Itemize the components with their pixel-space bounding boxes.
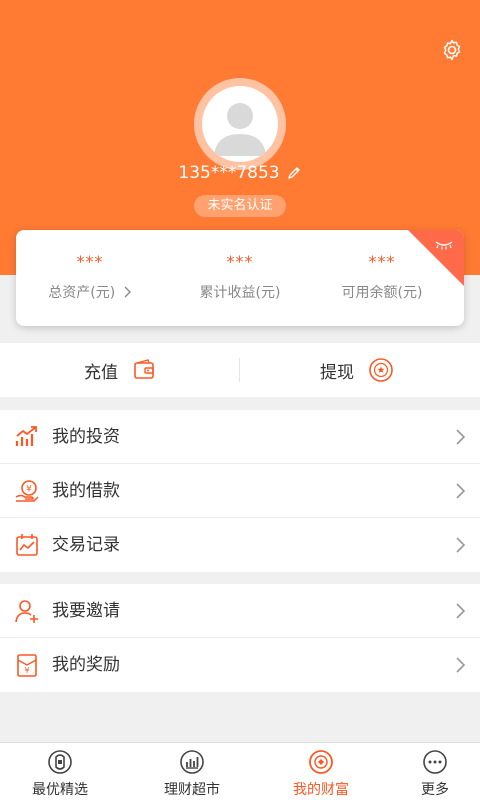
- avatar[interactable]: [194, 78, 286, 170]
- tab-label: 更多: [421, 782, 449, 798]
- tab-my-wealth[interactable]: 我的财富: [261, 743, 381, 800]
- bottom-tab-bar: 最优精选 理财超市 我的财富 更多: [0, 742, 480, 800]
- user-placeholder-icon: [214, 103, 266, 156]
- chevron-right-icon: [456, 603, 466, 619]
- chevron-right-icon: [124, 286, 131, 298]
- menu-item-my-loan[interactable]: ¥ 我的借款: [0, 464, 480, 518]
- tab-label: 最优精选: [32, 782, 88, 798]
- avatar-image: [202, 86, 278, 162]
- tab-label: 我的财富: [293, 782, 349, 798]
- total-assets[interactable]: *** 总资产(元): [16, 230, 164, 326]
- menu-label: 我的奖励: [52, 655, 120, 675]
- add-user-icon: [15, 600, 38, 623]
- chart-up-icon: [15, 426, 37, 446]
- recharge-label: 充值: [84, 362, 118, 383]
- coin-icon: [369, 358, 393, 382]
- total-earnings-label: 累计收益(元): [199, 285, 281, 301]
- chevron-right-icon: [456, 429, 466, 445]
- withdraw-label: 提现: [320, 362, 354, 383]
- svg-text:¥: ¥: [26, 485, 32, 495]
- wallet-icon: [134, 359, 154, 379]
- total-assets-label: 总资产(元): [16, 282, 164, 302]
- asset-summary-card: *** 总资产(元) *** 累计收益(元) *** 可用余额(元): [16, 230, 464, 326]
- divider: [239, 358, 240, 382]
- hand-coin-icon: ¥: [15, 480, 39, 502]
- menu-label: 我的投资: [52, 427, 120, 447]
- menu-group-rewards: 我要邀请 ¥ 我的奖励: [0, 584, 480, 692]
- tab-label: 理财超市: [164, 782, 220, 798]
- svg-text:¥: ¥: [24, 666, 29, 675]
- total-earnings: *** 累计收益(元): [166, 230, 314, 326]
- wealth-icon: [309, 750, 333, 774]
- chevron-right-icon: [456, 537, 466, 553]
- menu-label: 我的借款: [52, 481, 120, 501]
- phone-number: 135***7853: [178, 163, 280, 183]
- tab-market[interactable]: 理财超市: [132, 743, 252, 800]
- bar-chart-icon: [180, 750, 204, 774]
- chevron-right-icon: [456, 483, 466, 499]
- menu-label: 我要邀请: [52, 601, 120, 621]
- phone-row: 135***7853: [0, 163, 480, 183]
- menu-item-invite[interactable]: 我要邀请: [0, 584, 480, 638]
- featured-icon: [48, 750, 72, 774]
- gear-icon[interactable]: [440, 38, 464, 62]
- withdraw-button[interactable]: 提现: [320, 343, 394, 397]
- total-assets-value: ***: [76, 252, 104, 271]
- recharge-button[interactable]: 充值: [84, 343, 156, 397]
- menu-group-finance: 我的投资 ¥ 我的借款 交易记录: [0, 410, 480, 572]
- dots-icon: [423, 750, 447, 774]
- menu-item-my-investment[interactable]: 我的投资: [0, 410, 480, 464]
- calendar-chart-icon: [16, 534, 38, 556]
- pencil-icon[interactable]: [286, 165, 302, 181]
- verify-badge[interactable]: 未实名认证: [194, 195, 286, 217]
- menu-item-rewards[interactable]: ¥ 我的奖励: [0, 638, 480, 692]
- fund-actions: 充值 提现: [0, 343, 480, 397]
- chevron-right-icon: [456, 657, 466, 673]
- tab-more[interactable]: 更多: [375, 743, 480, 800]
- menu-item-transaction-records[interactable]: 交易记录: [0, 518, 480, 572]
- total-earnings-value: ***: [226, 252, 254, 271]
- menu-label: 交易记录: [52, 535, 120, 555]
- tab-featured[interactable]: 最优精选: [0, 743, 120, 800]
- eye-closed-icon[interactable]: [408, 230, 464, 286]
- red-envelope-icon: ¥: [17, 654, 37, 677]
